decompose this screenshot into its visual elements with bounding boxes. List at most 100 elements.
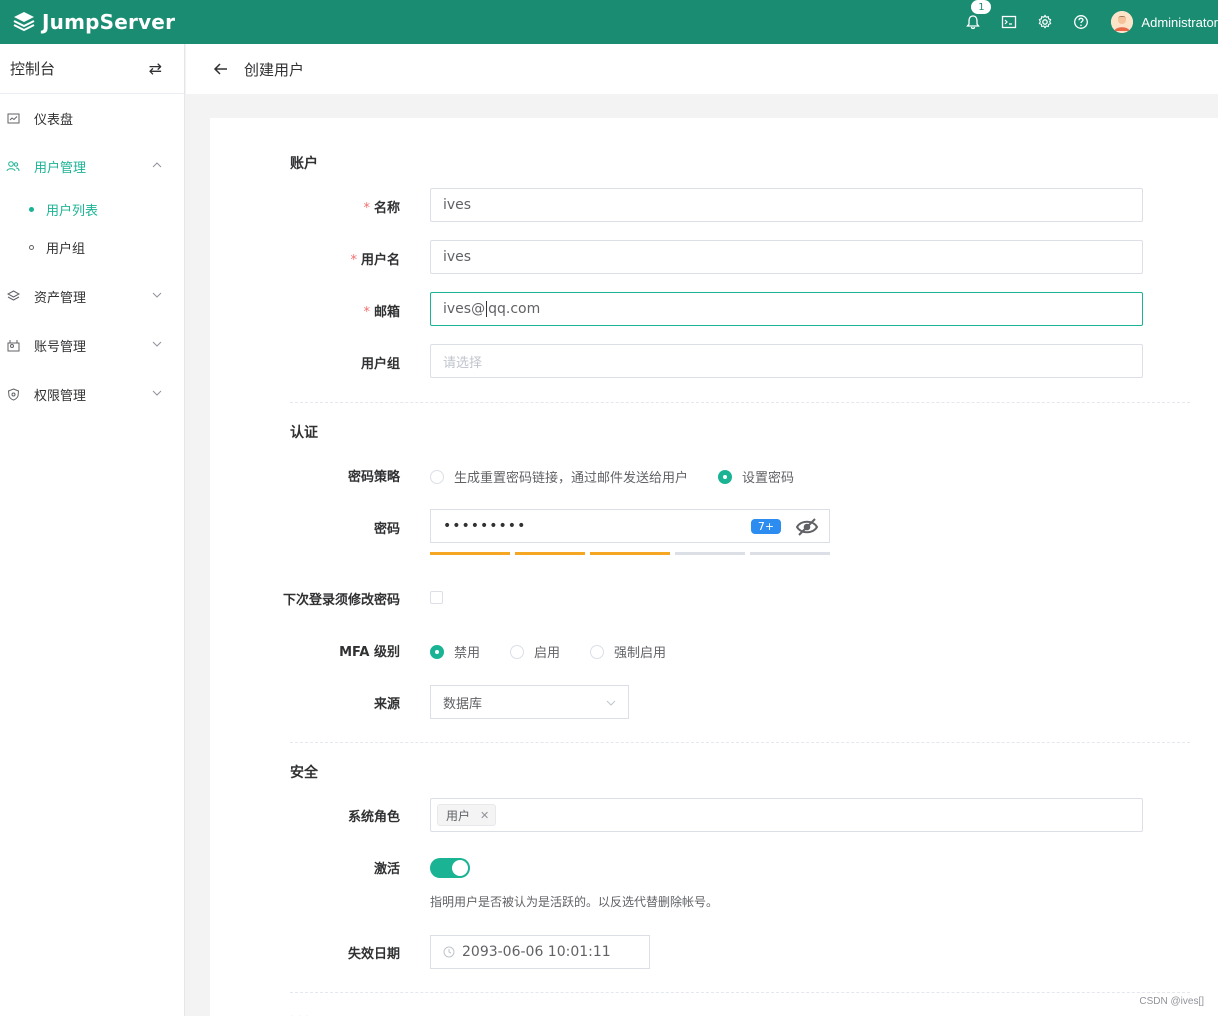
logo-layers-icon (13, 12, 35, 32)
shield-icon (6, 388, 20, 402)
radio-mfa-disabled[interactable]: 禁用 (430, 642, 480, 661)
sidebar-item-dashboard[interactable]: 仪表盘 (0, 94, 184, 142)
strength-segment (750, 552, 830, 555)
terminal-icon (1002, 15, 1017, 29)
notification-count-badge: 1 (971, 0, 992, 14)
sidebar-subitem-user-list[interactable]: 用户列表 (0, 190, 184, 228)
page-header: 创建用户 (186, 44, 1218, 94)
field-label-expire: 失效日期 (347, 947, 400, 962)
chevron-down-icon (606, 700, 616, 706)
role-tag-label: 用户 (446, 808, 471, 823)
source-select[interactable]: 数据库 (430, 685, 629, 719)
section-divider (290, 992, 1190, 993)
password-value: ••••••••• (443, 518, 527, 534)
chevron-down-icon (152, 390, 162, 396)
username-input[interactable]: ives (430, 240, 1143, 274)
field-label-username: * 用户名 (350, 253, 400, 268)
sidebar-item-user-management[interactable]: 用户管理 (0, 142, 184, 190)
field-label-password: 密码 (373, 522, 400, 537)
active-dot-icon (29, 206, 34, 212)
radio-circle (590, 644, 604, 659)
sidebar-item-label: 权限管理 (34, 389, 87, 404)
radio-label: 启用 (534, 646, 561, 661)
expire-date-picker[interactable]: 2093-06-06 10:01:11 (430, 935, 650, 969)
name-value: ives (443, 197, 472, 213)
field-label-source: 来源 (373, 697, 400, 712)
radio-circle (718, 469, 732, 484)
system-roles-select[interactable]: 用户 ✕ (430, 798, 1143, 832)
sidebar-item-label: 仪表盘 (34, 112, 74, 128)
email-input[interactable]: ives@ qq.com (430, 292, 1143, 326)
must-change-password-checkbox[interactable] (430, 591, 443, 604)
field-label-must-change: 下次登录须修改密码 (282, 593, 400, 608)
help-icon (1074, 15, 1089, 29)
switch-view-icon[interactable]: ⇄ (149, 59, 162, 78)
back-arrow-icon[interactable] (212, 60, 230, 78)
bell-icon (966, 15, 981, 30)
radio-mfa-enabled[interactable]: 启用 (510, 642, 560, 661)
radio-label: 禁用 (454, 646, 481, 661)
strength-segment (515, 552, 585, 555)
email-value-part: qq.com (488, 301, 541, 317)
radio-label: 设置密码 (742, 471, 795, 486)
watermark: CSDN @ives[] (1139, 996, 1204, 1007)
notifications-button[interactable]: 1 (955, 0, 992, 44)
gear-icon (1039, 14, 1052, 29)
password-length-badge: 7+ (751, 519, 781, 534)
field-label-email: * 邮箱 (363, 305, 400, 320)
eye-off-icon[interactable] (795, 517, 819, 537)
active-toggle[interactable] (430, 858, 470, 878)
users-icon (6, 159, 20, 173)
close-icon[interactable]: ✕ (480, 809, 489, 822)
strength-segment (675, 552, 745, 555)
sidebar-item-permission-management[interactable]: 权限管理 (0, 370, 184, 419)
section-divider (290, 402, 1190, 403)
strength-segment (590, 552, 670, 555)
user-name: Administrator (1141, 14, 1218, 30)
brand-name: JumpServer (42, 10, 176, 34)
active-hint: 指明用户是否被认为是活跃的。以反选代替删除帐号。 (430, 895, 719, 909)
password-input[interactable]: ••••••••• 7+ (430, 509, 830, 543)
password-strength-meter (430, 552, 835, 555)
strength-segment (430, 552, 510, 555)
settings-button[interactable] (1027, 0, 1063, 44)
sidebar-subitem-label: 用户组 (46, 241, 86, 257)
text-caret (486, 301, 488, 317)
jumpserver-logo[interactable]: JumpServer (12, 10, 175, 34)
name-input[interactable]: ives (430, 188, 1143, 222)
sidebar-title: 控制台 (10, 60, 56, 78)
sidebar-item-label: 账号管理 (34, 340, 87, 355)
chevron-down-icon (152, 341, 162, 347)
help-button[interactable] (1063, 0, 1099, 44)
accounts-icon (6, 339, 20, 353)
radio-circle (510, 644, 524, 659)
dot-icon (29, 244, 34, 250)
avatar (1111, 11, 1134, 33)
radio-circle (430, 644, 444, 659)
field-label-roles: 系统角色 (347, 810, 400, 825)
radio-label: 强制启用 (614, 646, 667, 661)
radio-set-password[interactable]: 设置密码 (718, 467, 794, 486)
radio-label: 生成重置密码链接，通过邮件发送给用户 (454, 471, 689, 486)
chevron-down-icon (152, 292, 162, 298)
field-label-password-strategy: 密码策略 (347, 470, 400, 485)
assets-icon (6, 290, 20, 304)
section-title-security: 安全 (290, 765, 318, 781)
radio-email-reset-link[interactable]: 生成重置密码链接，通过邮件发送给用户 (430, 467, 688, 486)
section-title-account: 账户 (290, 156, 318, 172)
role-tag: 用户 ✕ (437, 804, 497, 826)
web-terminal-button[interactable] (991, 0, 1027, 44)
section-title-auth: 认证 (290, 425, 318, 441)
sidebar-subitem-user-group[interactable]: 用户组 (0, 228, 184, 266)
dashboard-icon (6, 111, 20, 125)
sidebar-header: 控制台 ⇄ (0, 44, 184, 94)
groups-placeholder: 请选择 (443, 355, 483, 371)
chevron-up-icon (152, 162, 162, 168)
sidebar-item-label: 用户管理 (34, 160, 87, 176)
radio-mfa-forced[interactable]: 强制启用 (590, 642, 666, 661)
user-groups-select[interactable]: 请选择 (430, 344, 1143, 378)
sidebar-item-asset-management[interactable]: 资产管理 (0, 272, 184, 321)
user-menu[interactable]: Administrator (1111, 11, 1218, 33)
sidebar-item-account-management[interactable]: 账号管理 (0, 321, 184, 370)
section-divider (290, 742, 1190, 743)
